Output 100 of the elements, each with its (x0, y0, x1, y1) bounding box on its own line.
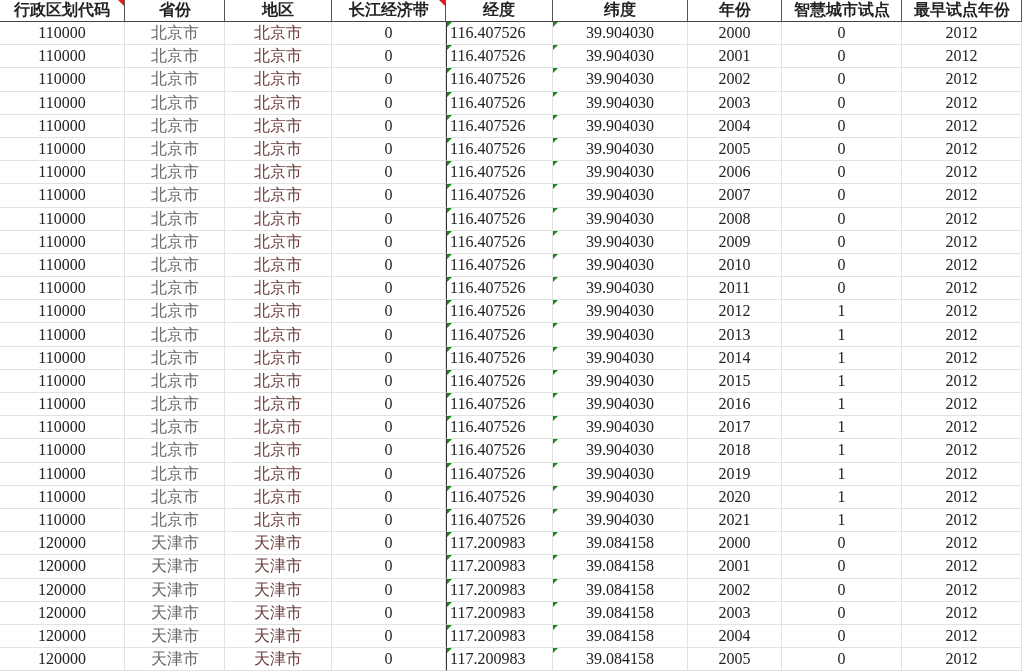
column-header: 行政区划代码 (0, 0, 125, 22)
table-cell: 2012 (902, 253, 1022, 278)
table-cell: 0 (782, 648, 902, 672)
column-header: 纬度 (553, 0, 688, 22)
table-cell: 2012 (902, 648, 1022, 672)
table-cell: 天津市 (125, 578, 225, 602)
table-cell: 0 (332, 161, 446, 185)
table-cell: 0 (782, 277, 902, 301)
table-cell: 0 (332, 462, 446, 486)
table-cell: 天津市 (225, 532, 332, 556)
table-cell: 39.904030 (553, 300, 688, 324)
table-cell: 北京市 (125, 253, 225, 278)
table-cell: 110000 (0, 114, 125, 138)
table-cell: 北京市 (225, 253, 332, 278)
table-cell: 0 (332, 230, 446, 254)
table-cell: 2012 (902, 485, 1022, 509)
table-cell: 39.904030 (553, 45, 688, 69)
table-cell: 39.904030 (553, 439, 688, 463)
table-cell: 0 (332, 532, 446, 556)
table-cell: 北京市 (125, 68, 225, 92)
table-cell: 120000 (0, 532, 125, 556)
table-cell: 北京市 (225, 184, 332, 208)
table-cell: 110000 (0, 346, 125, 370)
table-cell: 2001 (688, 555, 782, 579)
table-cell: 北京市 (225, 114, 332, 138)
table-cell: 2008 (688, 207, 782, 231)
table-cell: 1 (782, 369, 902, 393)
table-cell: 0 (332, 346, 446, 370)
table-cell: 110000 (0, 22, 125, 46)
table-cell: 116.407526 (446, 45, 553, 69)
table-cell: 116.407526 (446, 300, 553, 324)
table-cell: 北京市 (225, 439, 332, 463)
table-cell: 北京市 (225, 393, 332, 417)
table-cell: 0 (332, 300, 446, 324)
column-header: 省份 (125, 0, 225, 22)
table-cell: 0 (782, 91, 902, 115)
table-cell: 116.407526 (446, 277, 553, 301)
table-cell: 2012 (902, 230, 1022, 254)
table-cell: 116.407526 (446, 508, 553, 533)
table-cell: 0 (782, 532, 902, 556)
table-cell: 0 (782, 253, 902, 278)
table-cell: 0 (332, 601, 446, 625)
table-cell: 0 (782, 601, 902, 625)
table-cell: 2021 (688, 508, 782, 533)
table-cell: 39.904030 (553, 393, 688, 417)
table-cell: 2012 (902, 555, 1022, 579)
table-cell: 2012 (902, 91, 1022, 115)
table-cell: 2005 (688, 137, 782, 162)
column-header: 长江经济带 (332, 0, 446, 22)
table-cell: 0 (782, 45, 902, 69)
table-cell: 0 (332, 277, 446, 301)
column-header: 年份 (688, 0, 782, 22)
table-cell: 110000 (0, 45, 125, 69)
table-cell: 2007 (688, 184, 782, 208)
table-cell: 0 (782, 184, 902, 208)
table-cell: 北京市 (225, 485, 332, 509)
table-cell: 117.200983 (446, 555, 553, 579)
table-cell: 0 (332, 323, 446, 347)
table-cell: 116.407526 (446, 253, 553, 278)
table-cell: 2012 (902, 161, 1022, 185)
table-cell: 2012 (902, 601, 1022, 625)
column-header: 经度 (446, 0, 553, 22)
table-cell: 117.200983 (446, 601, 553, 625)
table-cell: 2012 (902, 114, 1022, 138)
table-cell: 北京市 (225, 161, 332, 185)
table-cell: 北京市 (125, 45, 225, 69)
table-cell: 110000 (0, 184, 125, 208)
table-cell: 39.904030 (553, 369, 688, 393)
table-cell: 2002 (688, 578, 782, 602)
table-cell: 110000 (0, 68, 125, 92)
table-cell: 天津市 (225, 648, 332, 672)
table-cell: 1 (782, 462, 902, 486)
table-cell: 2012 (902, 184, 1022, 208)
table-cell: 2012 (902, 462, 1022, 486)
table-cell: 北京市 (125, 300, 225, 324)
table-cell: 0 (332, 578, 446, 602)
table-cell: 北京市 (125, 161, 225, 185)
table-cell: 2012 (902, 346, 1022, 370)
table-cell: 2003 (688, 91, 782, 115)
table-cell: 2013 (688, 323, 782, 347)
table-cell: 39.904030 (553, 207, 688, 231)
table-cell: 120000 (0, 555, 125, 579)
table-cell: 110000 (0, 137, 125, 162)
table-cell: 2019 (688, 462, 782, 486)
table-cell: 北京市 (125, 207, 225, 231)
table-cell: 110000 (0, 207, 125, 231)
table-cell: 2012 (902, 508, 1022, 533)
table-cell: 110000 (0, 323, 125, 347)
table-cell: 北京市 (225, 137, 332, 162)
table-cell: 2000 (688, 532, 782, 556)
table-cell: 110000 (0, 439, 125, 463)
table-cell: 2012 (902, 532, 1022, 556)
table-cell: 116.407526 (446, 184, 553, 208)
table-cell: 0 (782, 230, 902, 254)
table-cell: 110000 (0, 300, 125, 324)
table-cell: 0 (332, 114, 446, 138)
table-cell: 2003 (688, 601, 782, 625)
table-cell: 116.407526 (446, 485, 553, 509)
table-cell: 1 (782, 439, 902, 463)
table-cell: 2002 (688, 68, 782, 92)
